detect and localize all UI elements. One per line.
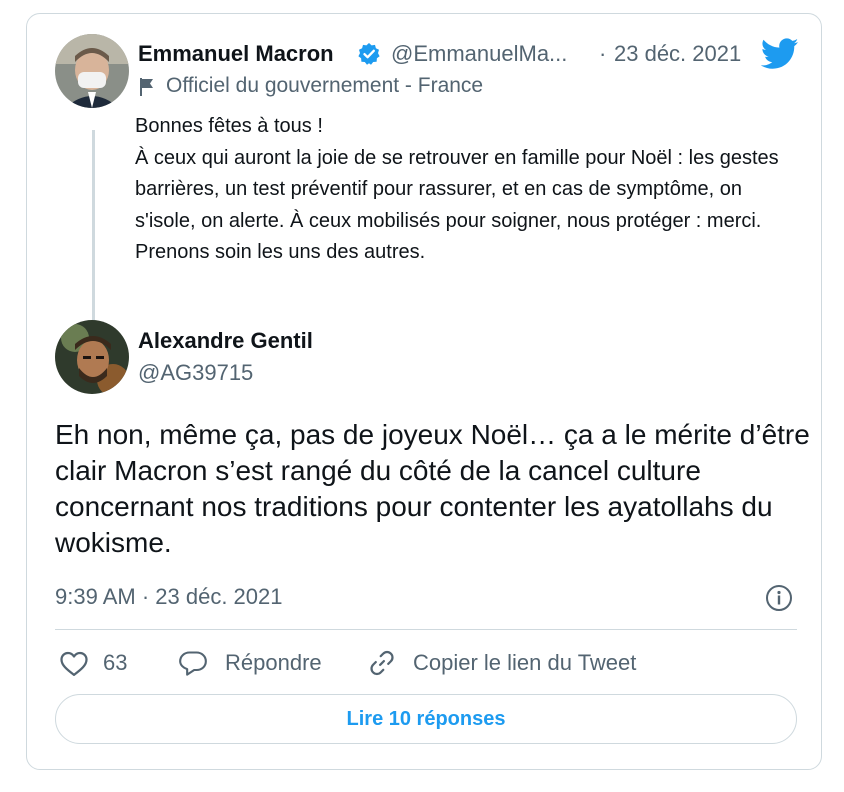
copy-link-label: Copier le lien du Tweet	[413, 650, 637, 675]
thread-connector	[92, 130, 95, 327]
divider	[55, 629, 797, 630]
twitter-bird-icon[interactable]	[760, 38, 799, 70]
verified-badge-icon	[357, 42, 381, 66]
reply-handle[interactable]: @AG39715	[138, 360, 253, 386]
government-label: Officiel du gouvernement - France	[166, 74, 484, 97]
quoted-text-body: À ceux qui auront la joie de se retrouve…	[135, 146, 779, 264]
gentil-avatar[interactable]	[55, 320, 129, 394]
macron-avatar[interactable]	[55, 34, 129, 108]
heart-icon	[59, 649, 89, 677]
copy-link-action[interactable]: Copier le lien du Tweet	[367, 648, 636, 678]
quoted-text-line-1: Bonnes fêtes à tous !	[135, 115, 323, 137]
read-replies-button[interactable]: Lire 10 réponses	[55, 694, 797, 744]
info-icon[interactable]	[765, 584, 793, 612]
quoted-date[interactable]: 23 déc. 2021	[614, 41, 741, 67]
reply-action[interactable]: Répondre	[177, 648, 322, 678]
quoted-author-name[interactable]: Emmanuel Macron	[138, 41, 334, 67]
reply-timestamp[interactable]: 9:39 AM · 23 déc. 2021	[55, 584, 283, 610]
reply-tweet-text: Eh non, même ça, pas de joyeux Noël… ça …	[55, 419, 810, 558]
link-icon	[367, 648, 397, 678]
quoted-separator: ·	[599, 41, 607, 66]
quoted-handle[interactable]: @EmmanuelMa...	[391, 41, 567, 67]
reply-bubble-icon	[177, 649, 209, 677]
reply-label: Répondre	[225, 650, 322, 675]
flag-icon	[138, 76, 156, 98]
read-replies-label: Lire 10 réponses	[346, 707, 506, 730]
reply-author-name[interactable]: Alexandre Gentil	[138, 328, 313, 354]
like-action[interactable]: 63	[59, 648, 127, 678]
quoted-tweet-text: Bonnes fêtes à tous ! À ceux qui auront …	[135, 111, 795, 269]
tweet-card: Emmanuel Macron @EmmanuelMa... · 23 déc.…	[26, 13, 822, 770]
like-count: 63	[103, 650, 128, 675]
